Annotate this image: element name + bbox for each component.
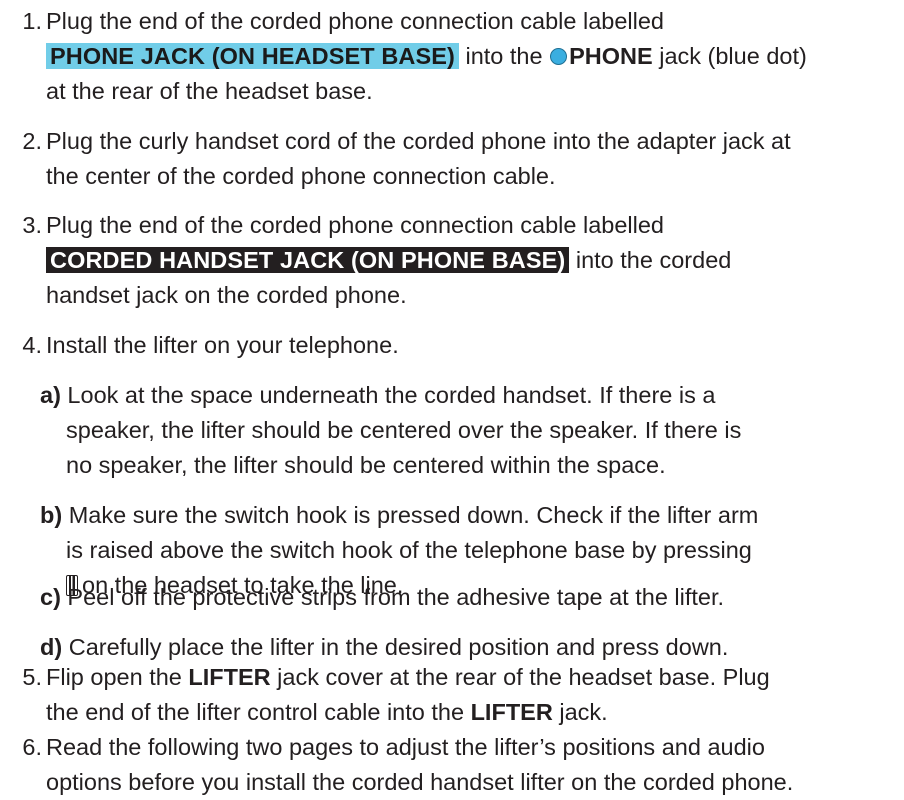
substep-text: is raised above the switch hook of the t… — [66, 537, 752, 563]
step-text: into the corded — [569, 247, 732, 273]
substep-text: Carefully place the lifter in the desire… — [62, 634, 729, 660]
substep-text: Peel off the protective strips from the … — [60, 584, 725, 610]
step-3: 3. Plug the end of the corded phone conne… — [6, 208, 902, 313]
step-text: Read the following two pages to adjust t… — [46, 734, 765, 760]
instruction-page: 1. Plug the end of the corded phone conne… — [0, 0, 904, 798]
step-text: Install the lifter on your telephone. — [46, 332, 399, 358]
phone-jack-label: PHONE JACK (ON HEADSET BASE) — [46, 43, 459, 69]
step-text: Plug the end of the corded phone connect… — [46, 8, 664, 34]
step-text: the end of the lifter control cable into… — [46, 699, 471, 725]
substep-a: a) Look at the space underneath the cord… — [40, 378, 900, 483]
substep-letter: b) — [40, 502, 63, 528]
step-number: 4. — [22, 332, 42, 358]
step-number: 6. — [22, 734, 42, 760]
blue-dot-icon — [550, 48, 568, 65]
step-4: 4. Install the lifter on your telephone. — [6, 328, 902, 363]
corded-handset-jack-label: CORDED HANDSET JACK (ON PHONE BASE) — [46, 247, 570, 273]
step-text: jack (blue dot) — [652, 43, 807, 69]
step-text: Flip open the — [46, 664, 189, 690]
step-text: jack. — [552, 699, 608, 725]
substep-c: c) Peel off the protective strips from t… — [40, 580, 900, 615]
substep-text: speaker, the lifter should be centered o… — [66, 417, 742, 443]
substep-letter: d) — [40, 634, 63, 660]
substep-letter: c) — [40, 584, 61, 610]
step-number: 2. — [22, 128, 42, 154]
step-text: Plug the curly handset cord of the corde… — [46, 128, 791, 154]
step-number: 3. — [22, 212, 42, 238]
step-5: 5. Flip open the LIFTER jack cover at the… — [6, 660, 902, 730]
step-1: 1. Plug the end of the corded phone conne… — [6, 4, 902, 109]
substep-text: Look at the space underneath the corded … — [60, 382, 716, 408]
step-2: 2. Plug the curly handset cord of the cor… — [6, 124, 902, 194]
substep-text: no speaker, the lifter should be centere… — [66, 452, 666, 478]
phone-jack-name: PHONE — [569, 43, 653, 69]
substep-letter: a) — [40, 382, 61, 408]
lifter-jack-name: LIFTER — [470, 699, 553, 725]
step-number: 1. — [22, 8, 42, 34]
step-text: at the rear of the headset base. — [46, 78, 373, 104]
step-text: into the — [458, 43, 550, 69]
lifter-jack-name: LIFTER — [188, 664, 271, 690]
step-text: Plug the end of the corded phone connect… — [46, 212, 664, 238]
step-text: jack cover at the rear of the headset ba… — [270, 664, 770, 690]
step-text: handset jack on the corded phone. — [46, 282, 407, 308]
step-6: 6. Read the following two pages to adjust… — [6, 730, 902, 800]
step-number: 5. — [22, 664, 42, 690]
step-text: the center of the corded phone connectio… — [46, 163, 556, 189]
step-text: options before you install the corded ha… — [46, 769, 794, 795]
substep-text: Make sure the switch hook is pressed dow… — [62, 502, 759, 528]
